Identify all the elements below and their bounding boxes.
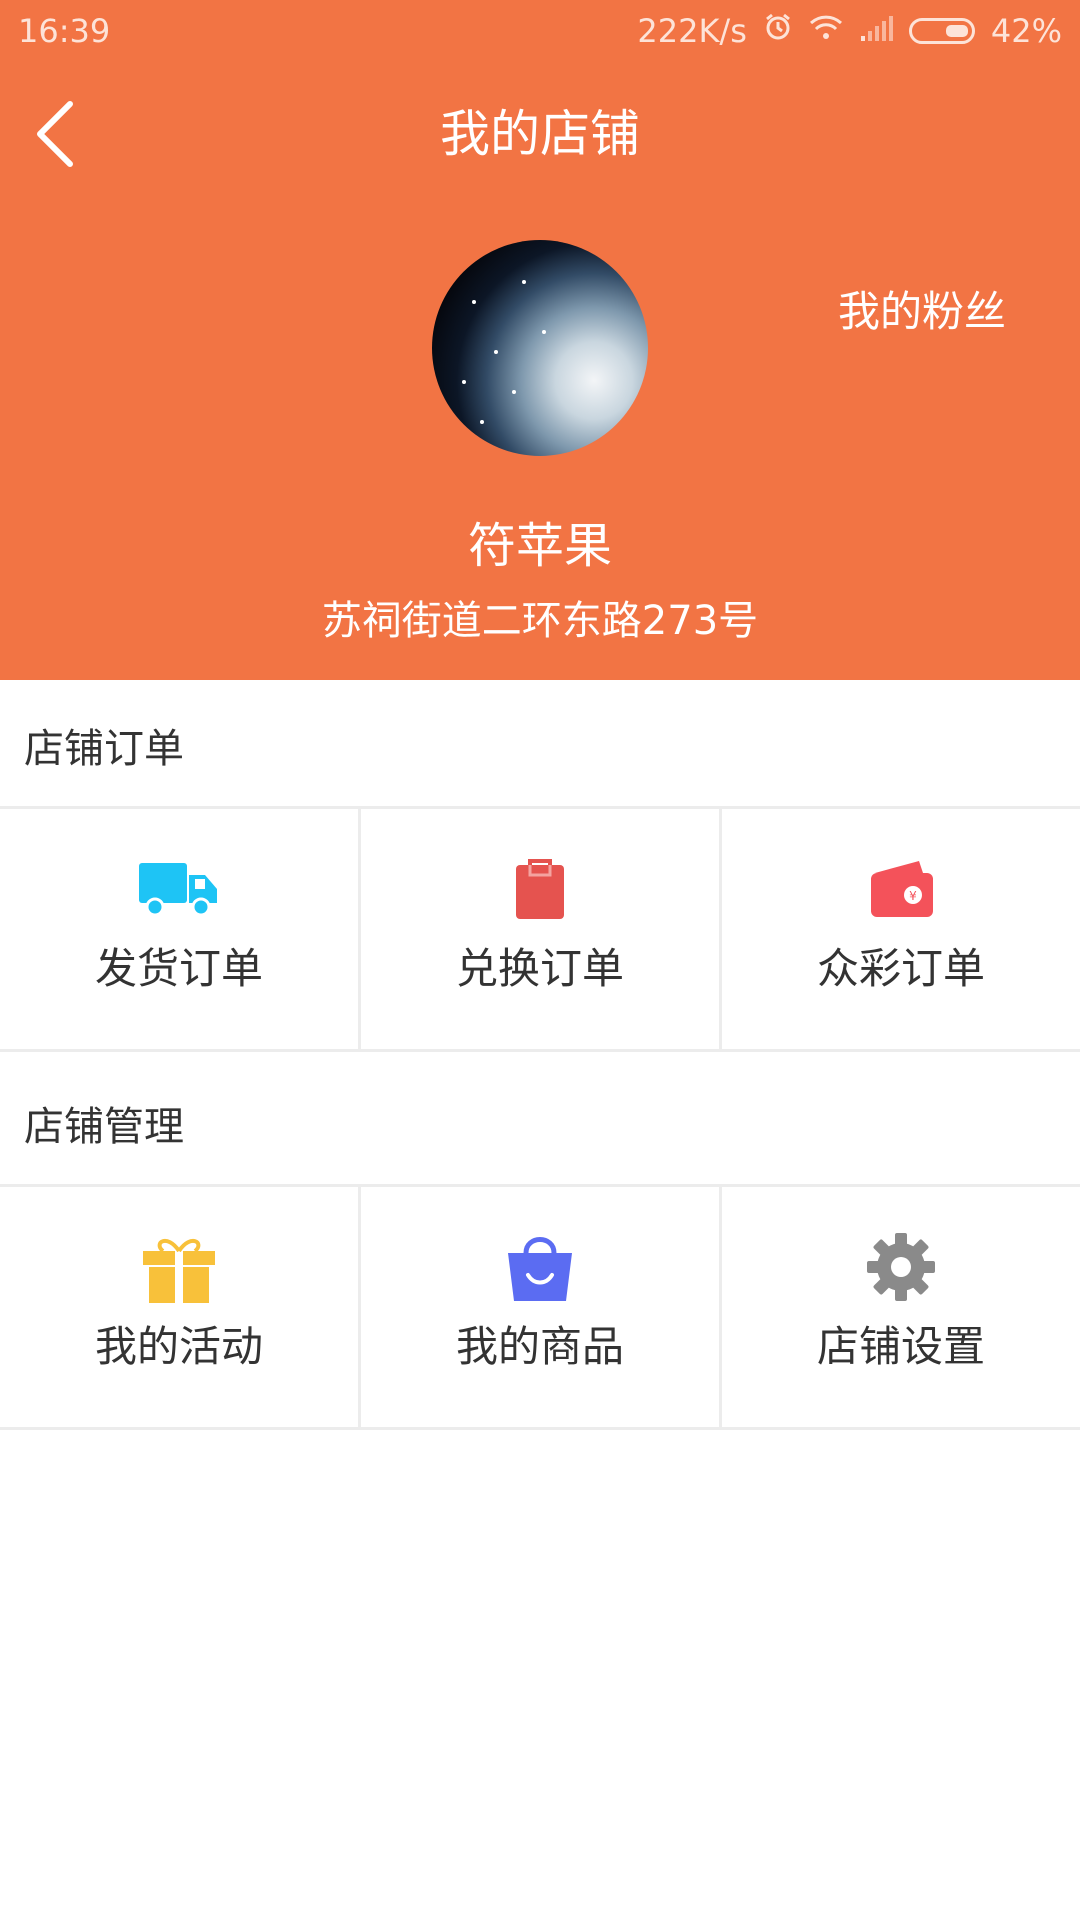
- shop-header: 16:39 222K/s 42% 我的店铺 我的粉丝 符苹果 苏祠街道二环东路2…: [0, 0, 1080, 680]
- my-activities-button[interactable]: 我的活动: [0, 1187, 361, 1427]
- status-bar: 16:39 222K/s 42%: [0, 0, 1080, 62]
- my-products-label: 我的商品: [455, 1322, 624, 1371]
- status-icons: 222K/s 42%: [621, 12, 1062, 50]
- exchange-orders-button[interactable]: 兑换订单: [361, 809, 722, 1049]
- battery-percent: 42%: [990, 12, 1062, 50]
- shop-address: 苏祠街道二环东路273号: [321, 598, 759, 644]
- network-speed: 222K/s: [637, 12, 747, 50]
- wifi-icon: [809, 12, 843, 50]
- truck-icon: [137, 857, 221, 921]
- signal-icon: [859, 12, 895, 50]
- shop-name: 符苹果: [467, 518, 612, 574]
- page: 16:39 222K/s 42% 我的店铺 我的粉丝 符苹果 苏祠街道二环东路2…: [0, 0, 1080, 1920]
- alarm-icon: [763, 12, 793, 50]
- shop-settings-label: 店铺设置: [816, 1322, 985, 1371]
- section-title-orders: 店铺订单: [24, 726, 184, 772]
- lottery-orders-button[interactable]: ¥ 众彩订单: [722, 809, 1080, 1049]
- manage-grid: 我的活动 我的商品 店铺设置: [0, 1187, 1080, 1427]
- battery-icon: [908, 18, 975, 44]
- clipboard-icon: [498, 857, 582, 921]
- orders-grid: 发货订单 兑换订单 ¥ 众彩订单: [0, 809, 1080, 1049]
- svg-text:¥: ¥: [909, 889, 917, 903]
- exchange-orders-label: 兑换订单: [455, 944, 624, 993]
- divider: [0, 1427, 1080, 1430]
- lottery-orders-label: 众彩订单: [816, 944, 985, 993]
- page-title: 我的店铺: [440, 105, 640, 163]
- my-activities-label: 我的活动: [94, 1322, 263, 1371]
- section-title-manage: 店铺管理: [24, 1104, 184, 1150]
- my-products-button[interactable]: 我的商品: [361, 1187, 722, 1427]
- shopping-bag-icon: [498, 1235, 582, 1301]
- my-fans-link[interactable]: 我的粉丝: [838, 278, 1006, 339]
- gear-icon: [859, 1233, 943, 1301]
- status-time: 16:39: [18, 12, 111, 50]
- divider: [0, 1049, 1080, 1052]
- shop-settings-button[interactable]: 店铺设置: [722, 1187, 1080, 1427]
- shipping-orders-button[interactable]: 发货订单: [0, 809, 361, 1049]
- avatar[interactable]: [432, 240, 648, 456]
- wallet-icon: ¥: [859, 857, 943, 921]
- gift-icon: [137, 1235, 221, 1303]
- shipping-orders-label: 发货订单: [94, 944, 263, 993]
